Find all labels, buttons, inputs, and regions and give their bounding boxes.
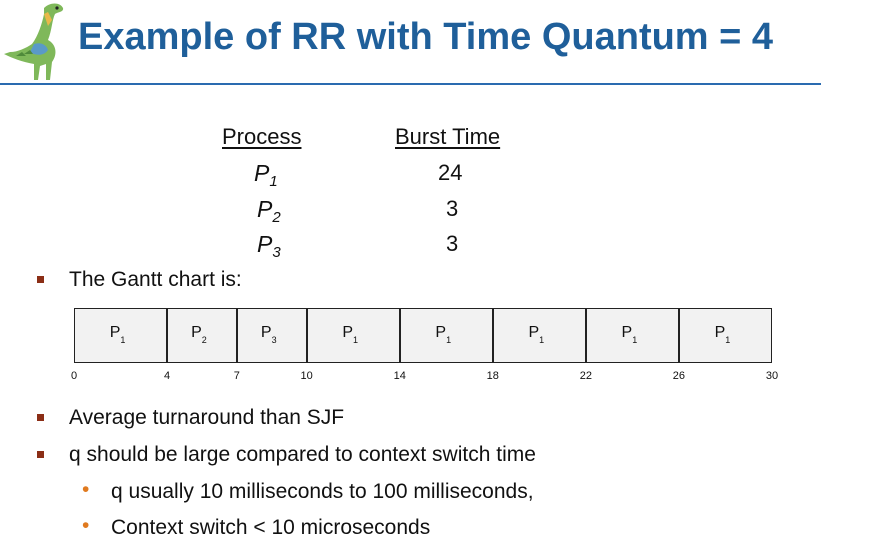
gantt-block: P1 xyxy=(492,308,586,363)
table-row-burst: 3 xyxy=(446,196,459,221)
table-row-process: P2 xyxy=(257,196,281,226)
table-row-process: P1 xyxy=(254,160,278,190)
square-bullet-icon xyxy=(37,414,44,421)
bullet-average-turnaround: Average turnaround than SJF xyxy=(69,406,345,429)
gantt-block: P1 xyxy=(74,308,168,363)
gantt-block-label: P1 xyxy=(714,324,731,345)
table-row-process: P3 xyxy=(257,231,281,261)
slide-title: Example of RR with Time Quantum = 4 xyxy=(78,16,774,58)
gantt-tick-label: 26 xyxy=(672,370,686,382)
sub-bullet-context-switch: Context switch < 10 microseconds xyxy=(111,516,431,539)
bullet-q-large: q should be large compared to context sw… xyxy=(69,443,536,466)
gantt-tick-label: 4 xyxy=(164,370,171,382)
bullet-gantt-intro: The Gantt chart is: xyxy=(69,268,242,291)
gantt-tick-label: 14 xyxy=(393,370,406,382)
gantt-tick-label: 18 xyxy=(486,370,499,382)
table-header-burst-time: Burst Time xyxy=(395,124,501,149)
gantt-block-label: P2 xyxy=(191,324,207,345)
title-divider xyxy=(0,83,821,85)
table-row-burst: 3 xyxy=(446,231,459,256)
table-row-burst: 24 xyxy=(438,160,463,185)
gantt-block: P3 xyxy=(236,308,307,363)
square-bullet-icon xyxy=(37,451,44,458)
gantt-block: P1 xyxy=(678,308,772,363)
dot-bullet-icon: • xyxy=(82,514,90,537)
table-header-process: Process xyxy=(222,124,302,149)
gantt-tick-label: 10 xyxy=(300,370,313,382)
gantt-block-label: P1 xyxy=(342,324,359,345)
gantt-block-label: P1 xyxy=(109,324,126,345)
dinosaur-logo-icon xyxy=(4,3,64,80)
gantt-tick-label: 22 xyxy=(579,370,592,382)
sub-bullet-q-usual: q usually 10 milliseconds to 100 millise… xyxy=(111,480,534,503)
gantt-chart: P1 P2 P3 P1 P1 P1 P1 P1 xyxy=(74,308,772,363)
gantt-block: P2 xyxy=(167,308,237,363)
gantt-block: P1 xyxy=(306,308,400,363)
gantt-block-label: P1 xyxy=(435,324,452,345)
gantt-block: P1 xyxy=(399,308,493,363)
gantt-block: P1 xyxy=(585,308,679,363)
dot-bullet-icon: • xyxy=(82,478,90,501)
gantt-tick-label: 7 xyxy=(233,370,240,382)
gantt-tick-label: 30 xyxy=(765,370,779,382)
square-bullet-icon xyxy=(37,276,44,283)
gantt-block-label: P3 xyxy=(260,324,277,345)
gantt-tick-label: 0 xyxy=(70,370,78,382)
gantt-block-label: P1 xyxy=(528,324,545,345)
gantt-block-label: P1 xyxy=(621,324,638,345)
